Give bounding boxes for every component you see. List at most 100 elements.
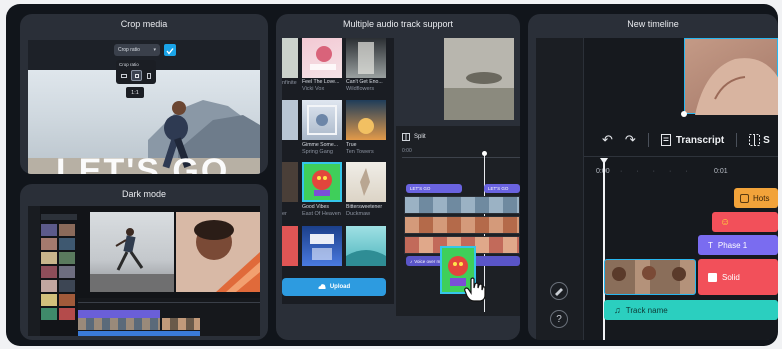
album-artist: Duckmaw [346,211,371,217]
upload-label: Upload [329,284,351,290]
audio-preview [444,38,514,120]
ratio-portrait-option[interactable] [144,71,154,80]
album-cover-selected[interactable] [302,162,342,202]
toolbar-underline [584,156,778,157]
album-title: Gimme Some... [302,142,339,148]
preview-resize-handle[interactable] [681,111,687,117]
solid-swatch-icon [708,272,717,282]
music-note-icon: ♪ [410,258,413,264]
ratio-tooltip: 1:1 [126,87,144,98]
dark-app-window [28,206,260,336]
album-cover[interactable] [282,226,298,266]
redo-icon[interactable]: ↷ [625,132,636,148]
album-artist: Ten Towers [346,149,374,155]
upload-button[interactable]: Upload [282,278,386,296]
album-cover[interactable] [282,38,298,78]
album-cover[interactable] [346,38,386,78]
panel-title: Dark mode [121,189,166,199]
album-title: Can't Get Eno... [346,79,383,85]
emoji-icon: ☺ [720,216,731,228]
album-artist: Vicki Vox [302,86,325,92]
audio-track-clip[interactable]: ♫ Track name [604,300,778,320]
transcript-label: Transcript [675,134,725,146]
timeline-window: ? ↶ ↷ Transcript S 0:01 ····· Hots ☺ T P… [536,38,778,340]
album-title: True [346,142,357,148]
hand-cursor-icon [464,276,486,302]
panel-title: New timeline [627,19,679,29]
playhead-handle[interactable] [482,151,487,156]
magic-button[interactable] [550,282,568,300]
time-ruler [402,157,520,158]
ratio-tooltip-text: 1:1 [131,89,139,96]
album-artist: er [282,211,287,217]
album-artist: Spring Gang [302,149,333,155]
crop-ratio-dropdown[interactable]: Crop ratio ▾ [114,44,160,56]
video-track[interactable] [404,216,520,234]
time-label: 0:00 [402,148,412,154]
split-icon [749,134,761,146]
text-clip-icon [740,193,749,203]
timeline-toolbar: ↶ ↷ Transcript S [584,128,778,152]
album-cover[interactable] [346,162,386,202]
split-button[interactable]: Split [402,132,426,142]
panel-new-timeline: New timeline ? ↶ ↷ Transcript S 0:01 ···… [528,14,778,340]
audio-library: nfinite Feel The Love... Vicki Vox Can't… [282,38,394,304]
upload-icon [318,283,326,291]
album-cover[interactable] [302,100,342,140]
undo-icon[interactable]: ↶ [602,132,613,148]
split-tool-button[interactable]: S [749,134,770,146]
text-clip[interactable]: LET'S GO [484,184,520,193]
album-title: Bittersweetener [346,204,383,210]
video-track-clip[interactable] [604,259,696,295]
transcript-button[interactable]: Transcript [660,134,725,146]
app-frame: Crop media LET'S GO Crop ratio ▾ Crop ra… [6,4,778,346]
album-cover[interactable] [282,162,298,202]
video-track[interactable] [404,196,520,214]
text-clip-label: LET'S GO [410,186,431,191]
sticker-track-clip[interactable]: ☺ [712,212,778,232]
solid-track-clip[interactable]: Solid [698,259,778,295]
help-icon: ? [556,313,562,325]
split-icon [402,133,410,141]
album-title: Good Vibes [302,204,330,210]
panel-title: Crop media [120,19,168,29]
panel-audio-tracks: Multiple audio track support nfinite Fee… [276,14,520,340]
crop-ratio-label: Crop ratio [118,47,140,53]
ruler-ticks: ····· [620,168,702,175]
album-cover[interactable] [302,38,342,78]
text-t-icon: T [708,240,713,250]
help-button[interactable]: ? [550,310,568,328]
album-cover[interactable] [282,100,298,140]
audio-editor-area: Split 0:00 LET'S GO LET'S GO ♪ Voice ove… [396,126,520,316]
text-clip[interactable]: LET'S GO [406,184,462,193]
dark-sidebar [28,206,40,336]
album-title: nfinite [282,80,297,86]
text-clip-label: LET'S GO [488,186,509,191]
phase-track-clip[interactable]: T Phase 1 [698,235,778,255]
dark-timeline [78,298,260,336]
text-track-clip[interactable]: Hots [734,188,778,208]
ratio-landscape-option[interactable] [119,71,129,80]
panel-crop-media: Crop media LET'S GO Crop ratio ▾ Crop ra… [20,14,268,174]
split-tool-label: S [763,134,770,146]
album-cover[interactable] [346,100,386,140]
dark-media-grid [41,214,77,332]
dark-preview-portrait [176,212,260,292]
split-label: Split [414,134,426,140]
ratio-square-option[interactable] [131,70,142,81]
music-note-icon: ♫ [614,305,621,315]
confirm-button[interactable] [164,44,176,56]
album-cover[interactable] [346,226,386,266]
album-cover[interactable] [302,226,342,266]
time-ruler: 0:00 0:01 ····· [596,168,778,178]
big-overlay-text: LET'S GO [56,152,230,174]
chevron-down-icon: ▾ [153,47,156,53]
toolbar-divider [647,133,649,147]
track-name-label: Track name [625,305,668,315]
crop-ratio-popup: Crop ratio [116,60,156,84]
crop-preview-image: LET'S GO [28,70,260,174]
dark-preview-runner [90,212,174,292]
album-title: Feel The Love... [302,79,340,85]
transcript-icon [660,134,671,146]
album-artist: Wildflowers [346,86,375,92]
